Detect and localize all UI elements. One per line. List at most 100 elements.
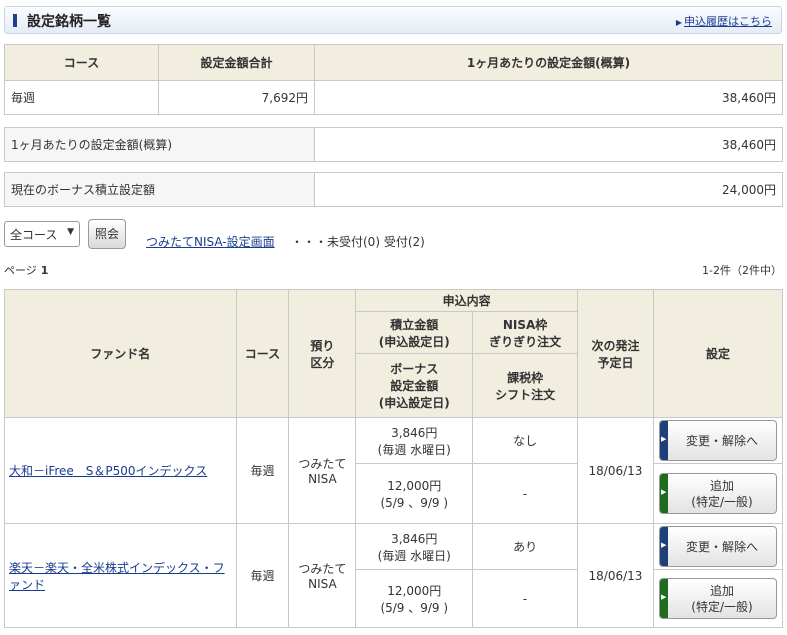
change-button-cell: ▶ 変更・解除へ (652, 417, 784, 464)
header-amount: 積立金額 (申込設定日) (355, 311, 474, 354)
triangle-right-icon: ▶ (660, 435, 667, 443)
summary-total: 7,692円 (158, 80, 315, 115)
header-settings: 設定 (652, 289, 784, 418)
change-button-cell: ▶ 変更・解除へ (652, 523, 784, 570)
fund-name-link[interactable]: 楽天－楽天・全米株式インデックス・ファンド (9, 561, 225, 592)
button-accent: ▶ (659, 474, 668, 513)
add-label: 追加 (特定/一般) (660, 579, 776, 618)
monthly-estimate-table: 1ヶ月あたりの設定金額(概算) 38,460円 (4, 127, 783, 162)
page-indicator: ページ 1 (4, 262, 48, 278)
fund-bonus-value: 12,000円 (387, 478, 442, 493)
fund-bonus-date: (5/9 、9/9 ) (380, 495, 449, 510)
button-accent: ▶ (659, 579, 668, 618)
header-custody-line2: 区分 (310, 355, 335, 370)
fund-bonus: 12,000円 (5/9 、9/9 ) (355, 463, 474, 524)
fund-amount: 3,846円 (毎週 水曜日) (355, 523, 474, 570)
summary-course: 毎週 (4, 80, 159, 115)
fund-bonus-value: 12,000円 (387, 583, 442, 598)
fund-bonus-date: (5/9 、9/9 ) (380, 600, 449, 615)
fund-course: 毎週 (235, 523, 290, 628)
fund-amount: 3,846円 (毎週 水曜日) (355, 417, 474, 464)
header-tax-line2: シフト注文 (495, 387, 556, 402)
fund-amount-date: (毎週 水曜日) (377, 442, 451, 457)
fund-name-link[interactable]: 大和－iFree S＆P500インデックス (9, 464, 207, 478)
triangle-right-icon: ▶ (660, 541, 667, 549)
fund-course: 毎週 (235, 417, 290, 524)
add-button-cell: ▶ 追加 (特定/一般) (652, 463, 784, 524)
triangle-right-icon: ▶ (660, 593, 667, 601)
history-link[interactable]: 申込履歴はこちら (684, 15, 772, 28)
fund-next-date: 18/06/13 (577, 523, 654, 628)
order-status-text: ・・・未受付(0) 受付(2) (291, 235, 425, 249)
bonus-value: 24,000円 (314, 172, 783, 207)
header-bonus-line2: 設定金額 (390, 379, 439, 393)
monthly-estimate-value: 38,460円 (314, 127, 783, 162)
page-label: ページ (4, 264, 37, 277)
add-label: 追加 (特定/一般) (660, 474, 776, 513)
fund-tax-shift: - (472, 463, 578, 524)
fund-amount-value: 3,846円 (391, 531, 438, 546)
header-nisa-order: NISA枠ぎりぎり注文 (472, 311, 578, 354)
button-accent: ▶ (659, 421, 668, 460)
header-bonus-line3: (申込設定日) (378, 396, 450, 410)
course-select-value: 全コース (10, 228, 58, 242)
add-label-line2: (特定/一般) (691, 599, 753, 614)
chevron-down-icon: ▼ (67, 227, 74, 237)
course-select[interactable]: 全コース ▼ (4, 221, 80, 247)
add-label-line1: 追加 (709, 478, 734, 493)
add-button[interactable]: ▶ 追加 (特定/一般) (658, 578, 777, 619)
header-amount-line1: 積立金額 (390, 317, 439, 332)
fund-custody: つみたて NISA (288, 523, 357, 628)
bonus-label: 現在のボーナス積立設定額 (4, 172, 315, 207)
fund-custody-line2: NISA (308, 472, 337, 486)
fund-custody-line2: NISA (308, 577, 337, 591)
fund-name-cell: 楽天－楽天・全米株式インデックス・ファンド (4, 523, 237, 628)
history-link-wrap: ▶ 申込履歴はこちら (676, 13, 772, 29)
summary-table: コース 設定金額合計 1ヶ月あたりの設定金額(概算) 毎週 7,692円 38,… (4, 44, 783, 115)
fund-tax-shift: - (472, 569, 578, 628)
header-bar-icon (13, 14, 17, 27)
add-button-cell: ▶ 追加 (特定/一般) (652, 569, 784, 628)
summary-monthly: 38,460円 (314, 80, 783, 115)
add-button[interactable]: ▶ 追加 (特定/一般) (658, 473, 777, 514)
change-cancel-button[interactable]: ▶ 変更・解除へ (658, 526, 777, 567)
table-row: 大和－iFree S＆P500インデックス 毎週 つみたて NISA 3,846円… (4, 417, 784, 524)
page-header: 設定銘柄一覧 ▶ 申込履歴はこちら (4, 6, 782, 34)
header-next-line1: 次の発注 (591, 338, 640, 353)
triangle-right-icon: ▶ (660, 488, 667, 496)
fund-custody: つみたて NISA (288, 417, 357, 524)
change-cancel-label: 変更・解除へ (685, 539, 758, 554)
fund-custody-line1: つみたて (298, 457, 347, 471)
page-number: 1 (40, 264, 49, 277)
fund-amount-value: 3,846円 (391, 425, 438, 440)
arrow-right-icon: ▶ (675, 18, 682, 27)
result-count: 1-2件（2件中） (702, 264, 782, 277)
nisa-settings-link[interactable]: つみたてNISA-設定画面 (146, 233, 275, 250)
change-cancel-button[interactable]: ▶ 変更・解除へ (658, 420, 777, 461)
header-amount-line2: (申込設定日) (378, 334, 450, 349)
header-application: 申込内容 (355, 289, 578, 312)
fund-name-cell: 大和－iFree S＆P500インデックス (4, 417, 237, 524)
summary-header-total: 設定金額合計 (158, 44, 315, 81)
header-nisa-line2: ぎりぎり注文 (489, 334, 562, 349)
fund-nisa-order: なし (472, 417, 578, 464)
header-tax-shift: 課税枠 シフト注文 (472, 353, 578, 418)
header-bonus-amount: ボーナス設定金額 (申込設定日) (355, 353, 474, 418)
add-label-line2: (特定/一般) (691, 494, 753, 509)
change-cancel-label: 変更・解除へ (685, 433, 758, 448)
fund-amount-date: (毎週 水曜日) (377, 548, 451, 563)
header-bonus-line1: ボーナス (390, 362, 439, 376)
search-button[interactable]: 照会 (88, 219, 126, 249)
bonus-table: 現在のボーナス積立設定額 24,000円 (4, 172, 783, 207)
add-label-line1: 追加 (709, 583, 734, 598)
fund-bonus: 12,000円 (5/9 、9/9 ) (355, 569, 474, 628)
button-accent: ▶ (659, 527, 668, 566)
header-next-line2: 予定日 (597, 355, 634, 370)
header-tax-line1: 課税枠 (507, 370, 544, 385)
header-nisa-line1: NISA枠 (502, 317, 548, 332)
fund-next-date: 18/06/13 (577, 417, 654, 524)
header-course: コース (235, 289, 290, 418)
fund-nisa-order: あり (472, 523, 578, 570)
summary-header-monthly: 1ヶ月あたりの設定金額(概算) (314, 44, 783, 81)
filter-controls: 全コース ▼ 照会 つみたてNISA-設定画面 ・・・未受付(0) 受付(2) (4, 219, 782, 249)
